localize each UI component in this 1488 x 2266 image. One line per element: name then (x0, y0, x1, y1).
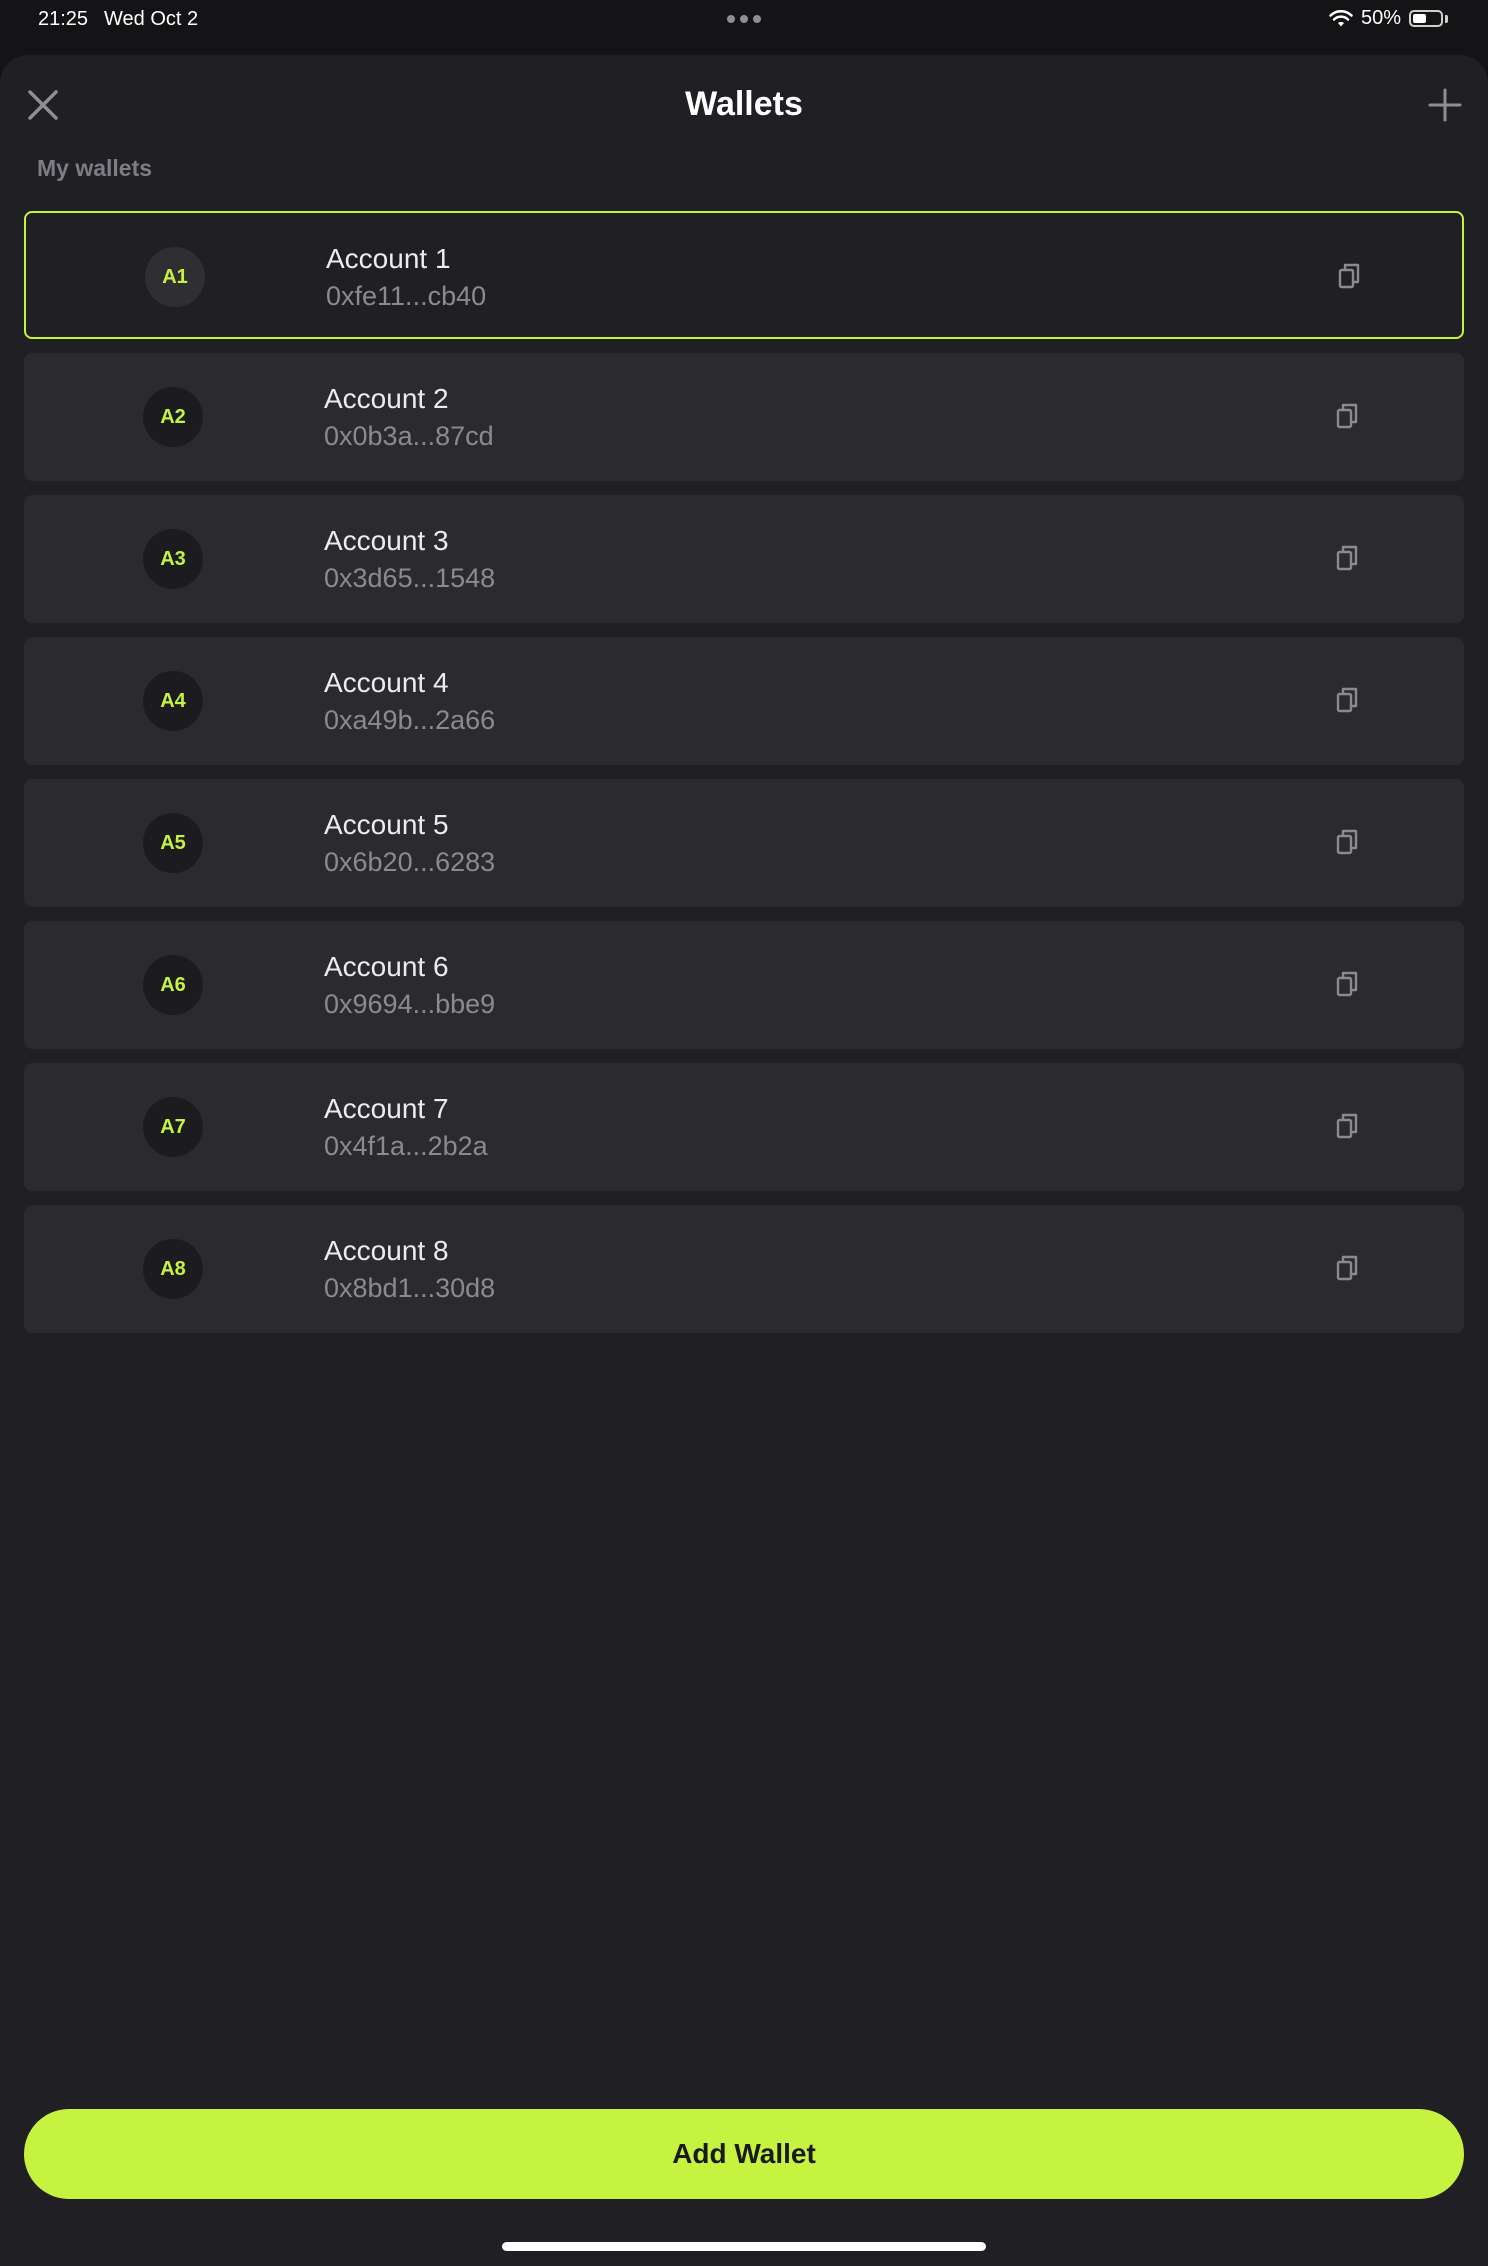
wallet-name: Account 7 (324, 1093, 449, 1124)
status-date: Wed Oct 2 (104, 8, 199, 30)
wallet-name: Account 2 (324, 383, 449, 414)
wallet-address: 0x0b3a...87cd (324, 421, 494, 451)
wallet-avatar: A6 (143, 955, 203, 1015)
wallet-address: 0xa49b...2a66 (324, 705, 496, 735)
wallet-item[interactable]: A3 Account 3 0x3d65...1548 (24, 495, 1464, 623)
status-indicators: 50% (1329, 7, 1448, 30)
copy-icon[interactable] (1332, 684, 1364, 716)
wallet-address: 0xfe11...cb40 (326, 281, 487, 311)
wallet-avatar: A4 (143, 671, 203, 731)
wallet-name: Account 8 (324, 1235, 449, 1266)
wallet-address: 0x9694...bbe9 (324, 989, 496, 1019)
status-bar: 21:25 Wed Oct 2 50% (0, 0, 1488, 40)
copy-icon[interactable] (1332, 542, 1364, 574)
wallet-avatar: A2 (143, 387, 203, 447)
wallet-list: A1 Account 1 0xfe11...cb40 A2 Account 2 0x0b3… (24, 211, 1464, 1347)
wallet-item[interactable]: A1 Account 1 0xfe11...cb40 (24, 211, 1464, 339)
wallet-avatar: A3 (143, 529, 203, 589)
battery-icon (1409, 10, 1443, 27)
page-title: Wallets (685, 85, 803, 123)
status-time: 21:25 (38, 8, 89, 30)
wallet-name: Account 4 (324, 667, 449, 698)
wallets-sheet: Wallets My wallets A1 Account 1 0xfe11...c… (0, 55, 1488, 2266)
add-wallet-button[interactable]: Add Wallet (24, 2109, 1464, 2199)
battery-percent: 50% (1360, 7, 1401, 29)
battery-level (1413, 14, 1426, 23)
plus-icon[interactable] (1424, 84, 1466, 126)
wallet-item[interactable]: A4 Account 4 0xa49b...2a66 (24, 637, 1464, 765)
wallet-address: 0x4f1a...2b2a (324, 1131, 488, 1161)
wallet-item[interactable]: A5 Account 5 0x6b20...6283 (24, 779, 1464, 907)
wallet-address: 0x6b20...6283 (324, 847, 496, 877)
wallet-name: Account 3 (324, 525, 449, 556)
wallet-item[interactable]: A8 Account 8 0x8bd1...30d8 (24, 1205, 1464, 1333)
wallet-avatar: A1 (145, 247, 205, 307)
wallet-address: 0x8bd1...30d8 (324, 1273, 496, 1303)
wallet-item[interactable]: A2 Account 2 0x0b3a...87cd (24, 353, 1464, 481)
copy-icon[interactable] (1334, 260, 1366, 292)
wallet-name: Account 6 (324, 951, 449, 982)
wallet-address: 0x3d65...1548 (324, 563, 496, 593)
wallet-avatar: A8 (143, 1239, 203, 1299)
section-label-my-wallets: My wallets (37, 155, 153, 181)
wallets-screen: 21:25 Wed Oct 2 50% Wallets My wallets A… (0, 0, 1488, 2266)
wallet-avatar: A5 (143, 813, 203, 873)
copy-icon[interactable] (1332, 968, 1364, 1000)
copy-icon[interactable] (1332, 1252, 1364, 1284)
copy-icon[interactable] (1332, 826, 1364, 858)
multitasking-dots-icon[interactable] (727, 15, 761, 23)
battery-tip (1445, 14, 1448, 23)
home-indicator[interactable] (502, 2242, 986, 2251)
wallet-name: Account 1 (326, 243, 451, 274)
sheet-header: Wallets (0, 55, 1488, 155)
wifi-icon (1329, 9, 1353, 26)
copy-icon[interactable] (1332, 1110, 1364, 1142)
wallet-item[interactable]: A7 Account 7 0x4f1a...2b2a (24, 1063, 1464, 1191)
copy-icon[interactable] (1332, 400, 1364, 432)
wallet-item[interactable]: A6 Account 6 0x9694...bbe9 (24, 921, 1464, 1049)
wallet-avatar: A7 (143, 1097, 203, 1157)
wallet-name: Account 5 (324, 809, 449, 840)
